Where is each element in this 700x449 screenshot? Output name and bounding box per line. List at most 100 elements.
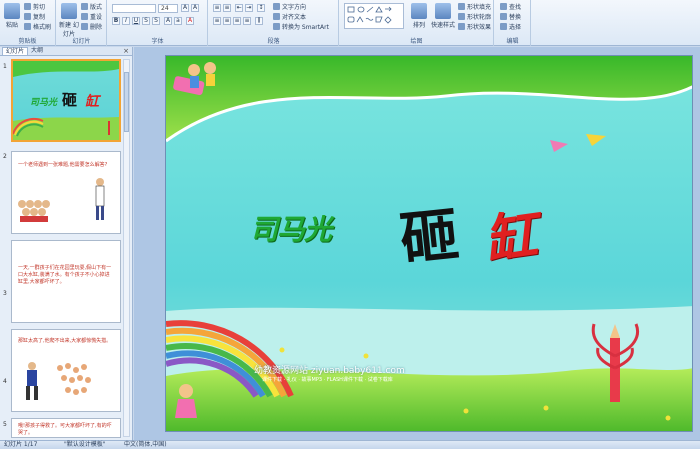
slide-count: 幻灯片 1/17 [4,441,38,448]
text-direction-button[interactable]: 文字方向 [273,2,306,11]
case-icon[interactable]: a [174,17,182,25]
binoculars-icon [500,3,507,10]
close-icon[interactable]: × [123,47,129,55]
scrollbar-thumb[interactable] [124,72,129,132]
font-size-combo[interactable]: 24 [158,4,178,13]
shapes-gallery[interactable] [344,3,404,29]
watermark-text: 幼教资源网站 ziyuan.baby611.com [254,366,405,376]
cursor-icon [500,23,507,30]
slide-title-part1[interactable]: 司马光 [250,208,332,248]
columns-icon[interactable]: ⫼ [255,17,263,25]
font-color-icon[interactable]: A [186,17,194,25]
numbering-icon[interactable]: ≡ [223,4,231,12]
slide-number: 3 [3,290,7,297]
align-left-icon[interactable]: ≡ [213,17,221,25]
slide-title-part3[interactable]: 缸 [479,193,541,275]
replace-button[interactable]: 替换 [500,12,521,21]
slide-number: 4 [3,378,7,385]
watermark-subtext: 课件下载 · 礼仪 · 故事MP3 · FLASH课件下载 · 试卷下载库 [262,377,393,383]
smartart-button[interactable]: 转换为 SmartArt [273,22,329,31]
slide-thumbnail-5[interactable]: 哦!那孩子得救了。可大家都吓坏了,有的吓哭了。 [11,418,121,438]
thumb-title-b: 砸 [62,91,78,109]
grow-font-icon[interactable]: A [181,4,189,12]
justify-icon[interactable]: ≡ [243,17,251,25]
pen-icon [458,13,465,20]
slides-label: 幻灯片 [72,38,91,45]
format-painter-button[interactable]: 格式刷 [24,22,51,31]
clipboard-group: 粘贴 剪切 复制 格式刷 剪贴板 [0,0,56,46]
font-group: 24 A A B I U S S A a A 字体 [108,0,208,46]
tab-outline[interactable]: 大纲 [28,47,46,55]
scissors-icon [24,3,31,10]
slide-thumbnail-3[interactable]: 一天,一群孩子们在花园里玩耍,假山下有一口大水缸,装满了水。有个孩子不小心掉进缸… [11,240,121,323]
slide-thumbnail-2[interactable]: 一个老师遇到一张难题,他需要怎么解答? [11,151,121,234]
thumbnail-scrollbar[interactable] [123,59,130,437]
font-name-combo[interactable] [112,4,156,13]
cut-button[interactable]: 剪切 [24,2,45,11]
copy-button[interactable]: 复制 [24,12,45,21]
arrange-icon [411,3,427,19]
bold-icon[interactable]: B [112,17,120,25]
new-slide-icon [61,3,77,19]
tab-slides[interactable]: 幻灯片 [2,47,29,55]
align-text-icon [273,13,280,20]
paste-icon [4,3,20,19]
layout-icon [81,3,88,10]
shape-fill-button[interactable]: 形状填充 [458,2,491,11]
reset-button[interactable]: 重设 [81,12,102,21]
decrease-indent-icon[interactable]: ⇤ [235,4,243,12]
slide-editor: 司马光 砸 缸 幼教资源网站 ziyuan.baby611.com 课件下载 ·… [134,47,700,440]
paragraph-label: 段落 [267,38,280,45]
delete-button[interactable]: 删除 [81,22,102,31]
find-button[interactable]: 查找 [500,2,521,11]
shape-outline-button[interactable]: 形状轮廓 [458,12,491,21]
paint-bucket-icon [458,3,465,10]
line-spacing-icon[interactable]: ↕ [257,4,265,12]
language: 中文(简体,中国) [124,441,167,448]
slide-number: 5 [3,421,7,428]
slide-thumbnail-4[interactable]: 那缸太高了,他爬不出来,大家都惊慌失措。 [11,329,121,412]
align-right-icon[interactable]: ≡ [233,17,241,25]
drawing-group: 排列 快速样式 形状填充 形状轮廓 形状效果 绘图 [340,0,494,46]
brush-icon [24,23,31,30]
delete-icon [81,23,88,30]
paragraph-group: ≡ ≡ ⇤ ⇥ ↕ ≡ ≡ ≡ ≡ ⫼ 文字方向 对齐文本 转换为 SmartA… [209,0,339,46]
shape-effects-button[interactable]: 形状效果 [458,22,491,31]
quick-styles-icon [435,3,451,19]
spacing-icon[interactable]: A [164,17,172,25]
bullets-icon[interactable]: ≡ [213,4,221,12]
current-slide[interactable]: 司马光 砸 缸 幼教资源网站 ziyuan.baby611.com 课件下载 ·… [165,55,693,432]
slide-thumbnail-pane: 幻灯片 大纲 × 1 司马光 砸 缸 2 一个老师遇到一张难题,他需要怎么解答?… [0,47,133,440]
clipboard-label: 剪贴板 [18,38,37,45]
italic-icon[interactable]: I [122,17,130,25]
shrink-font-icon[interactable]: A [191,4,199,12]
editing-label: 编辑 [506,38,519,45]
thumb-title-a: 司马光 [30,98,58,108]
effects-icon [458,23,465,30]
status-bar: 幻灯片 1/17 "默认设计模板" 中文(简体,中国) [0,440,700,449]
pane-tabs: 幻灯片 大纲 × [0,47,132,56]
align-text-button[interactable]: 对齐文本 [273,12,306,21]
thumb-2-art [18,178,105,222]
slide-title-part2[interactable]: 砸 [396,187,462,277]
paste-button[interactable]: 粘贴 [1,3,23,29]
increase-indent-icon[interactable]: ⇥ [245,4,253,12]
reset-icon [81,13,88,20]
smartart-icon [273,23,280,30]
thumb-title-c: 缸 [85,94,99,110]
slide-number: 1 [3,63,7,70]
shapes-icon [347,6,392,24]
new-slide-button[interactable]: 新建 幻灯片 [58,3,80,38]
underline-icon[interactable]: U [132,17,140,25]
select-button[interactable]: 选择 [500,22,521,31]
arrange-button[interactable]: 排列 [408,3,430,29]
shadow-icon[interactable]: S [152,17,160,25]
thumb-text: 一天,一群孩子们在花园里玩耍,假山下有一口大水缸,装满了水。有个孩子不小心掉进缸… [18,265,112,285]
quick-styles-button[interactable]: 快速样式 [430,3,456,29]
slide-thumbnail-1[interactable]: 司马光 砸 缸 [11,59,121,142]
layout-button[interactable]: 版式 [81,2,102,11]
slides-group: 新建 幻灯片 版式 重设 删除 幻灯片 [57,0,107,46]
strike-icon[interactable]: S [142,17,150,25]
align-center-icon[interactable]: ≡ [223,17,231,25]
font-label: 字体 [151,38,164,45]
